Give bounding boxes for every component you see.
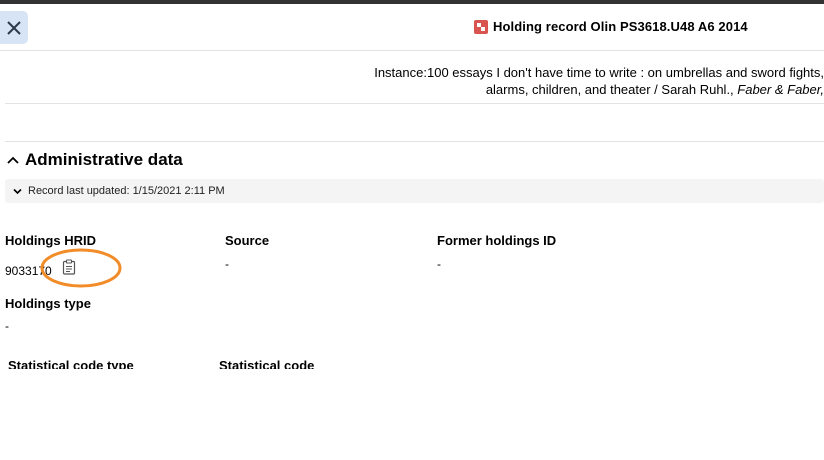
source-value: - bbox=[225, 257, 229, 271]
close-icon bbox=[7, 20, 21, 35]
chevron-up-icon bbox=[7, 156, 19, 164]
divider bbox=[5, 103, 824, 104]
instance-title-line1: 100 essays I don't have time to write : … bbox=[426, 65, 824, 80]
holdings-type-label: Holdings type bbox=[5, 296, 91, 311]
record-updated-text: Record last updated: 1/15/2021 2:11 PM bbox=[28, 185, 225, 197]
source-label: Source bbox=[225, 233, 270, 248]
highlight-circle bbox=[40, 248, 122, 288]
section-title: Administrative data bbox=[25, 150, 183, 169]
pane-title: Holding record Olin PS3618.U48 A6 2014 bbox=[474, 19, 748, 34]
instance-label: Instance: bbox=[374, 65, 427, 80]
record-updated-accordion[interactable]: Record last updated: 1/15/2021 2:11 PM bbox=[5, 179, 824, 203]
instance-publisher: Faber & Faber, bbox=[737, 82, 824, 97]
chevron-down-icon bbox=[13, 188, 22, 194]
content-cutoff bbox=[0, 369, 824, 460]
holdings-type-value: - bbox=[5, 319, 9, 333]
close-button[interactable] bbox=[0, 11, 28, 44]
former-holdings-id-value: - bbox=[437, 257, 441, 271]
holdings-record-icon bbox=[474, 19, 488, 34]
instance-title-line2: alarms, children, and theater / Sarah Ru… bbox=[485, 82, 738, 97]
page-title: Holding record Olin PS3618.U48 A6 2014 bbox=[493, 19, 748, 34]
pane-header: Holding record Olin PS3618.U48 A6 2014 bbox=[0, 4, 824, 51]
former-holdings-id-label: Former holdings ID bbox=[437, 233, 557, 248]
divider bbox=[5, 141, 824, 142]
instance-info: Instance:100 essays I don't have time to… bbox=[224, 64, 824, 98]
administrative-data-toggle[interactable]: Administrative data bbox=[6, 150, 183, 170]
holdings-hrid-label: Holdings HRID bbox=[5, 233, 96, 248]
